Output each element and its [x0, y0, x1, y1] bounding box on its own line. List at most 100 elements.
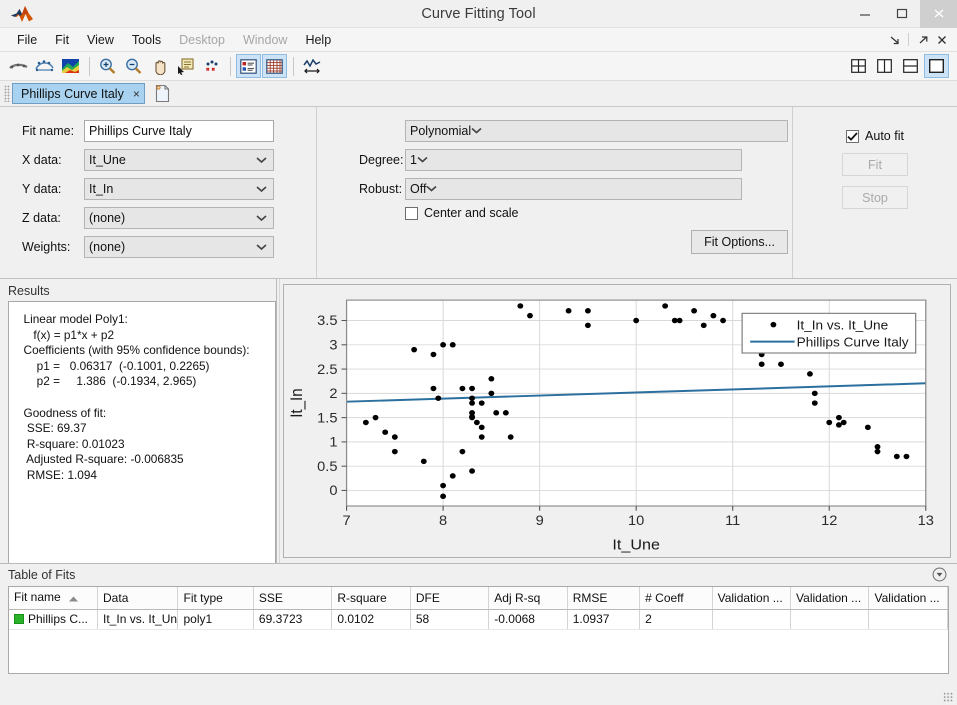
x-data-value: It_Une — [89, 152, 126, 167]
maximize-button[interactable] — [883, 0, 920, 28]
toolbar-divider-3 — [293, 56, 294, 76]
fit-curve-icon[interactable] — [6, 54, 31, 78]
cell-dfe: 58 — [410, 609, 490, 630]
column-num-coeff[interactable]: # Coeff — [639, 587, 713, 610]
chevron-down-circle-icon[interactable] — [932, 567, 947, 585]
model-type-select[interactable]: Polynomial — [405, 119, 788, 142]
layout-buttons — [846, 54, 957, 78]
table-of-fits-table[interactable]: Fit name Data Fit type SSE R-square DFE … — [8, 586, 949, 674]
column-validation-3[interactable]: Validation ... — [868, 587, 948, 610]
fit-name-input[interactable]: Phillips Curve Italy — [84, 119, 274, 142]
z-data-row: Z data: (none) — [22, 206, 316, 229]
robust-label: Robust: — [359, 181, 403, 196]
colormap-surface-icon[interactable] — [58, 54, 83, 78]
layout-rows-icon[interactable] — [898, 54, 923, 78]
auto-fit-row[interactable]: Auto fit — [793, 129, 957, 143]
data-point — [493, 410, 500, 416]
tab-close-icon[interactable]: × — [133, 88, 140, 100]
layout-grid-icon[interactable] — [846, 54, 871, 78]
close-icon[interactable] — [933, 31, 950, 48]
menu-help[interactable]: Help — [296, 29, 340, 51]
data-point — [507, 434, 514, 440]
data-point — [864, 424, 871, 431]
column-r-square[interactable]: R-square — [331, 587, 411, 610]
dock-arrow-icon[interactable] — [886, 31, 903, 48]
exclude-outliers-icon[interactable] — [199, 54, 224, 78]
window-controls — [846, 0, 957, 28]
layout-columns-icon[interactable] — [872, 54, 897, 78]
zoom-in-icon[interactable] — [95, 54, 120, 78]
robust-select[interactable]: Off — [405, 177, 742, 200]
cell-r-square: 0.0102 — [331, 609, 411, 630]
data-selection-column: Fit name: Phillips Curve Italy X data: I… — [0, 107, 316, 278]
x-tick-label: 8 — [439, 513, 447, 528]
y-tick-label: 3 — [329, 338, 337, 353]
column-validation-1[interactable]: Validation ... — [712, 587, 792, 610]
data-point — [469, 413, 475, 420]
degree-select[interactable]: 1 — [405, 148, 742, 171]
degree-value: 1 — [410, 152, 417, 167]
weights-value: (none) — [89, 239, 126, 254]
column-fit-name[interactable]: Fit name — [9, 587, 99, 610]
column-fit-type[interactable]: Fit type — [177, 587, 254, 610]
center-and-scale-row[interactable]: Center and scale — [405, 206, 792, 220]
z-data-select[interactable]: (none) — [84, 206, 274, 229]
data-point — [478, 434, 485, 440]
cell-validation-2 — [790, 609, 870, 630]
data-point — [362, 419, 369, 426]
close-button[interactable] — [920, 0, 957, 28]
data-point — [874, 444, 881, 450]
axes-limits-icon[interactable] — [299, 54, 324, 78]
tab-phillips-curve-italy[interactable]: Phillips Curve Italy × — [12, 83, 145, 104]
menu-fit[interactable]: Fit — [46, 29, 78, 51]
y-tick-label: 0.5 — [317, 459, 337, 474]
data-point — [676, 317, 683, 324]
data-point — [502, 410, 509, 416]
tab-strip: Phillips Curve Italy × — [0, 81, 957, 107]
column-adj-r-sq[interactable]: Adj R-sq — [488, 587, 568, 610]
cell-sse: 69.3723 — [253, 609, 333, 630]
column-data[interactable]: Data — [97, 587, 179, 610]
y-data-row: Y data: It_In — [22, 177, 316, 200]
x-data-select[interactable]: It_Une — [84, 148, 274, 171]
column-validation-2[interactable]: Validation ... — [790, 587, 870, 610]
minimize-button[interactable] — [846, 0, 883, 28]
data-point — [720, 317, 726, 324]
plot-frame[interactable]: 7 8 9 10 11 12 13 0 0.5 1 1.5 2 2.5 3 3.5 It_Une It_In It… — [283, 284, 951, 558]
data-cursor-icon[interactable] — [173, 54, 198, 78]
menu-tools[interactable]: Tools — [123, 29, 170, 51]
column-dfe[interactable]: DFE — [410, 587, 490, 610]
tab-strip-grip[interactable] — [4, 85, 10, 102]
chevron-down-icon — [256, 214, 267, 221]
data-point — [835, 414, 842, 421]
data-point — [758, 361, 765, 367]
data-point — [459, 448, 466, 455]
grid-toggle-icon[interactable] — [262, 54, 287, 78]
table-row[interactable]: Phillips C... It_In vs. It_Une poly1 69.… — [9, 609, 948, 630]
data-point — [478, 400, 485, 406]
resize-grip[interactable] — [943, 692, 953, 702]
legend-toggle-icon[interactable] — [236, 54, 261, 78]
column-sse[interactable]: SSE — [253, 587, 333, 610]
zoom-out-icon[interactable] — [121, 54, 146, 78]
y-data-select[interactable]: It_In — [84, 177, 274, 200]
data-point — [430, 351, 437, 358]
new-fit-icon[interactable] — [151, 83, 175, 105]
menu-view[interactable]: View — [78, 29, 123, 51]
undock-arrow-icon[interactable] — [914, 31, 931, 48]
menu-file[interactable]: File — [8, 29, 46, 51]
x-axis-label: It_Une — [612, 537, 660, 553]
fit-surface-icon[interactable] — [32, 54, 57, 78]
data-point — [440, 342, 447, 348]
fit-options-button[interactable]: Fit Options... — [691, 230, 788, 254]
center-and-scale-checkbox[interactable] — [405, 206, 418, 220]
data-point — [662, 303, 669, 309]
column-rmse[interactable]: RMSE — [567, 587, 641, 610]
auto-fit-checkbox[interactable] — [846, 129, 860, 143]
data-point — [469, 395, 475, 401]
scatter-plot[interactable]: 7 8 9 10 11 12 13 0 0.5 1 1.5 2 2.5 3 3.5 It_Une It_In It… — [284, 285, 950, 557]
layout-single-icon[interactable] — [924, 54, 949, 78]
pan-hand-icon[interactable] — [147, 54, 172, 78]
weights-select[interactable]: (none) — [84, 235, 274, 258]
fit-controls-column: Auto fit Fit Stop — [792, 107, 957, 278]
